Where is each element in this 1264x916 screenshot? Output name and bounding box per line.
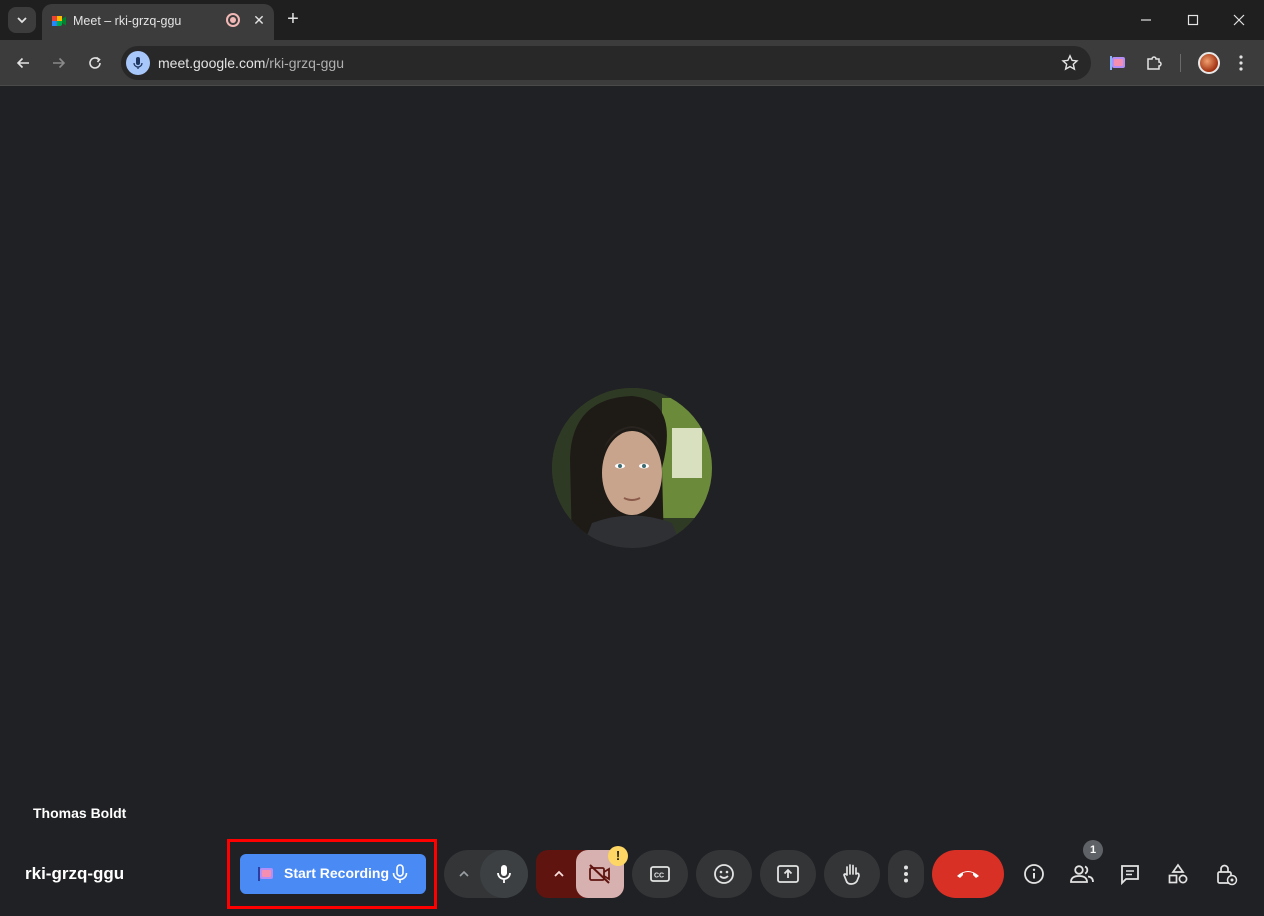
voice-search-icon[interactable] xyxy=(126,51,150,75)
url-host: meet.google.com xyxy=(158,55,266,71)
tab-search-button[interactable] xyxy=(8,7,36,33)
browser-window: Meet – rki-grzq-ggu ✕ + meet.google.com/… xyxy=(0,0,1264,916)
meet-favicon-icon xyxy=(52,16,66,26)
mic-icon xyxy=(497,865,511,883)
people-button[interactable] xyxy=(1066,858,1098,890)
recording-indicator-icon xyxy=(226,13,240,27)
present-button[interactable] xyxy=(760,850,816,898)
audio-options-chevron-icon[interactable] xyxy=(446,850,482,898)
end-call-button[interactable] xyxy=(932,850,1004,898)
activities-button[interactable] xyxy=(1162,858,1194,890)
maximize-icon[interactable] xyxy=(1181,8,1205,32)
captions-icon: CC xyxy=(650,866,670,882)
puzzle-icon[interactable] xyxy=(1143,52,1165,74)
close-icon[interactable]: ✕ xyxy=(250,11,268,29)
tab-meet[interactable]: Meet – rki-grzq-ggu ✕ xyxy=(42,4,274,40)
profile-avatar[interactable] xyxy=(1198,52,1220,74)
more-options-icon xyxy=(904,865,908,883)
recorder-extension-icon xyxy=(258,867,273,881)
meet-stage: Thomas Boldt rki-grzq-ggu Start Recordin… xyxy=(0,87,1264,916)
camera-off-icon xyxy=(589,864,610,884)
raise-hand-button[interactable] xyxy=(824,850,880,898)
svg-text:CC: CC xyxy=(654,873,664,880)
participant-avatar xyxy=(552,388,712,548)
captions-button[interactable]: CC xyxy=(632,850,688,898)
minimize-icon[interactable] xyxy=(1134,8,1158,32)
activities-icon xyxy=(1168,863,1188,884)
host-controls-button[interactable] xyxy=(1210,858,1242,890)
address-bar[interactable]: meet.google.com/rki-grzq-ggu xyxy=(121,46,1091,80)
toolbar-separator xyxy=(1180,54,1181,72)
participant-name: Thomas Boldt xyxy=(33,805,127,821)
people-icon xyxy=(1070,865,1094,883)
chevron-down-icon xyxy=(17,17,27,24)
end-call-icon xyxy=(957,871,979,878)
chat-button[interactable] xyxy=(1114,858,1146,890)
start-recording-button[interactable]: Start Recording xyxy=(240,854,426,894)
back-icon[interactable] xyxy=(11,51,35,75)
start-recording-label: Start Recording xyxy=(284,865,390,881)
microphone-button[interactable] xyxy=(480,850,528,898)
url-path: /rki-grzq-ggu xyxy=(265,55,344,71)
meeting-code: rki-grzq-ggu xyxy=(25,864,125,883)
forward-icon[interactable] xyxy=(47,51,71,75)
emoji-button[interactable] xyxy=(696,850,752,898)
emoji-icon xyxy=(714,864,734,884)
more-options-button[interactable] xyxy=(888,850,924,898)
extension-flag-icon[interactable] xyxy=(1107,52,1129,74)
chat-icon xyxy=(1121,865,1139,885)
camera-warning-badge: ! xyxy=(608,846,628,866)
tab-title: Meet – rki-grzq-ggu xyxy=(73,14,182,28)
browser-toolbar: meet.google.com/rki-grzq-ggu xyxy=(0,40,1264,86)
video-options-chevron-icon[interactable] xyxy=(541,850,577,898)
host-controls-icon xyxy=(1217,864,1238,886)
meeting-info-button[interactable] xyxy=(1018,858,1050,890)
kebab-menu-icon[interactable] xyxy=(1230,52,1252,74)
new-tab-icon[interactable]: + xyxy=(283,9,303,29)
url-text: meet.google.com/rki-grzq-ggu xyxy=(158,55,344,71)
window-close-icon[interactable] xyxy=(1227,8,1251,32)
mic-icon xyxy=(392,864,408,883)
present-icon xyxy=(777,865,799,883)
people-count-badge: 1 xyxy=(1083,840,1103,860)
raise-hand-icon xyxy=(843,864,860,885)
reload-icon[interactable] xyxy=(83,51,107,75)
info-icon xyxy=(1024,864,1044,884)
tab-strip: Meet – rki-grzq-ggu ✕ + xyxy=(0,0,1264,40)
bookmark-star-icon[interactable] xyxy=(1061,54,1079,72)
